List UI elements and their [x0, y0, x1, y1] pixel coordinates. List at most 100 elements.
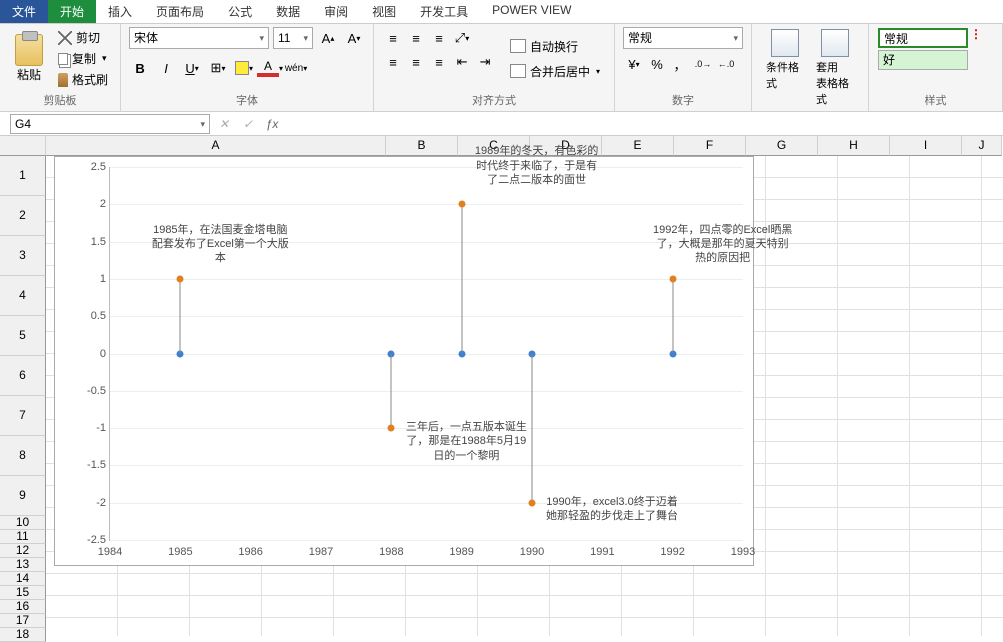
- number-format-select[interactable]: 常规: [623, 27, 743, 49]
- comma-button[interactable]: ，: [669, 53, 691, 75]
- align-right-button[interactable]: ≡: [428, 51, 450, 73]
- chart-annotation: 1989年的冬天，有色彩的时代终于来临了，于是有了二点二版本的面世: [472, 144, 602, 187]
- merge-center-button[interactable]: 合并后居中▾: [504, 61, 606, 82]
- row-header[interactable]: 8: [0, 436, 46, 476]
- tab-layout[interactable]: 页面布局: [144, 0, 216, 23]
- row-header[interactable]: 14: [0, 572, 46, 586]
- align-left-button[interactable]: ≡: [382, 51, 404, 73]
- chart-point[interactable]: [458, 201, 465, 208]
- decrease-font-button[interactable]: A▾: [343, 27, 365, 49]
- increase-font-button[interactable]: A▴: [317, 27, 339, 49]
- underline-button[interactable]: U▾: [181, 57, 203, 79]
- row-header[interactable]: 16: [0, 600, 46, 614]
- indent-dec-button[interactable]: ⇤: [451, 51, 473, 73]
- row-header[interactable]: 18: [0, 628, 46, 642]
- y-tick: 2: [70, 198, 106, 210]
- row-header[interactable]: 9: [0, 476, 46, 516]
- percent-button[interactable]: %: [646, 53, 668, 75]
- y-tick: 0.5: [70, 310, 106, 322]
- row-header[interactable]: 17: [0, 614, 46, 628]
- row-header[interactable]: 6: [0, 356, 46, 396]
- row-header[interactable]: 13: [0, 558, 46, 572]
- row-header[interactable]: 4: [0, 276, 46, 316]
- col-header[interactable]: A: [46, 136, 386, 156]
- x-tick: 1989: [449, 546, 473, 558]
- col-header[interactable]: I: [890, 136, 962, 156]
- col-header[interactable]: H: [818, 136, 890, 156]
- indent-inc-button[interactable]: ⇥: [474, 51, 496, 73]
- chart[interactable]: -2.5-2-1.5-1-0.500.511.522.5198419851986…: [54, 156, 754, 566]
- wrap-text-button[interactable]: 自动换行: [504, 36, 606, 57]
- tab-power[interactable]: POWER VIEW: [480, 0, 583, 23]
- col-header[interactable]: E: [602, 136, 674, 156]
- align-middle-button[interactable]: ≡: [405, 27, 427, 49]
- inc-decimal-button[interactable]: .0→: [692, 53, 714, 75]
- style-more-icon[interactable]: ⋮: [969, 27, 983, 49]
- paste-icon: [15, 34, 43, 66]
- copy-button[interactable]: 复制▾: [54, 49, 112, 68]
- chart-annotation: 三年后，一点五版本诞生了，那是在1988年5月19日的一个黎明: [401, 420, 531, 463]
- cut-icon: [58, 31, 72, 45]
- chart-point[interactable]: [177, 275, 184, 282]
- tab-file[interactable]: 文件: [0, 0, 48, 23]
- chart-point[interactable]: [669, 275, 676, 282]
- group-align: ≡ ≡ ≡ ⤢▾ ≡ ≡ ≡ ⇤ ⇥ 自动换行 合并后居中▾ 对齐方式: [374, 24, 615, 111]
- cell-grid[interactable]: -2.5-2-1.5-1-0.500.511.522.5198419851986…: [46, 156, 1003, 636]
- row-header[interactable]: 2: [0, 196, 46, 236]
- chart-point[interactable]: [529, 499, 536, 506]
- col-header[interactable]: G: [746, 136, 818, 156]
- name-box[interactable]: G4: [10, 114, 210, 134]
- row-header[interactable]: 7: [0, 396, 46, 436]
- y-tick: -0.5: [70, 385, 106, 397]
- select-all-corner[interactable]: [0, 136, 46, 156]
- cut-button[interactable]: 剪切: [54, 28, 112, 47]
- tab-insert[interactable]: 插入: [96, 0, 144, 23]
- italic-button[interactable]: I: [155, 57, 177, 79]
- currency-button[interactable]: ¥▾: [623, 53, 645, 75]
- tab-formula[interactable]: 公式: [216, 0, 264, 23]
- col-header[interactable]: F: [674, 136, 746, 156]
- table-format-button[interactable]: 套用 表格格式: [810, 27, 860, 109]
- row-header[interactable]: 1: [0, 156, 46, 196]
- tab-review[interactable]: 审阅: [312, 0, 360, 23]
- cancel-fx-button[interactable]: ✕: [212, 114, 236, 134]
- formula-input[interactable]: [284, 114, 1003, 134]
- align-center-button[interactable]: ≡: [405, 51, 427, 73]
- y-tick: -1: [70, 422, 106, 434]
- x-tick: 1985: [168, 546, 192, 558]
- tab-home[interactable]: 开始: [48, 0, 96, 23]
- font-color-button[interactable]: A▾: [259, 57, 281, 79]
- row-header[interactable]: 3: [0, 236, 46, 276]
- bold-button[interactable]: B: [129, 57, 151, 79]
- tab-dev[interactable]: 开发工具: [408, 0, 480, 23]
- font-size-select[interactable]: 11: [273, 27, 313, 49]
- border-button[interactable]: ⊞▾: [207, 57, 229, 79]
- font-name-select[interactable]: 宋体: [129, 27, 269, 49]
- cond-format-button[interactable]: 条件格式: [760, 27, 810, 109]
- tab-data[interactable]: 数据: [264, 0, 312, 23]
- y-tick: 0: [70, 348, 106, 360]
- confirm-fx-button[interactable]: ✓: [236, 114, 260, 134]
- chart-point[interactable]: [388, 425, 395, 432]
- col-header[interactable]: J: [962, 136, 1002, 156]
- orientation-button[interactable]: ⤢▾: [451, 27, 473, 49]
- row-header[interactable]: 12: [0, 544, 46, 558]
- format-painter-button[interactable]: 格式刷: [54, 70, 112, 89]
- paste-button[interactable]: 粘贴: [8, 27, 50, 90]
- fx-icon[interactable]: ƒx: [260, 114, 284, 134]
- align-top-button[interactable]: ≡: [382, 27, 404, 49]
- group-font: 宋体 11 A▴ A▾ B I U▾ ⊞▾ ▾ A▾ wén▾ 字体: [121, 24, 374, 111]
- col-header[interactable]: B: [386, 136, 458, 156]
- phonetic-button[interactable]: wén▾: [285, 57, 307, 79]
- style-normal[interactable]: 常规: [878, 28, 968, 48]
- style-good[interactable]: 好: [878, 50, 968, 70]
- row-header[interactable]: 15: [0, 586, 46, 600]
- tab-view[interactable]: 视图: [360, 0, 408, 23]
- fill-color-button[interactable]: ▾: [233, 57, 255, 79]
- dec-decimal-button[interactable]: ←.0: [715, 53, 737, 75]
- row-header[interactable]: 10: [0, 516, 46, 530]
- row-header[interactable]: 11: [0, 530, 46, 544]
- chart-annotation: 1985年，在法国麦金塔电脑配套发布了Excel第一个大版本: [150, 223, 290, 266]
- align-bottom-button[interactable]: ≡: [428, 27, 450, 49]
- row-header[interactable]: 5: [0, 316, 46, 356]
